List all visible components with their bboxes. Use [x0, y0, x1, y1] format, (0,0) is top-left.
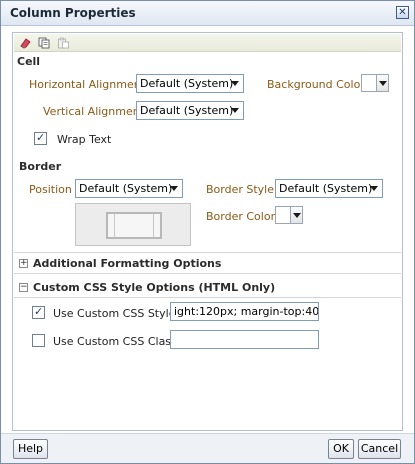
dialog-title: Column Properties — [10, 6, 136, 20]
help-button[interactable]: Help — [13, 439, 48, 459]
border-preview-inner — [114, 214, 154, 237]
horizontal-alignment-value: Default (System) — [140, 77, 234, 90]
collapse-icon[interactable]: − — [19, 283, 28, 292]
background-color-picker[interactable] — [361, 74, 389, 92]
horizontal-alignment-label: Horizontal Alignment — [29, 78, 146, 91]
border-color-dropdown[interactable] — [291, 206, 303, 224]
section-divider — [14, 297, 401, 298]
border-position-select[interactable]: Default (System) — [75, 179, 183, 198]
vertical-alignment-select[interactable]: Default (System) — [136, 101, 244, 120]
clear-format-icon[interactable] — [19, 37, 32, 49]
border-position-label: Position — [29, 183, 72, 196]
properties-panel: Cell Horizontal Alignment Default (Syste… — [12, 32, 403, 431]
border-color-label: Border Color — [206, 210, 276, 223]
vertical-alignment-value: Default (System) — [140, 104, 234, 117]
background-color-dropdown[interactable] — [377, 74, 389, 92]
custom-css-class-input[interactable] — [170, 330, 319, 349]
chevron-down-icon — [231, 81, 239, 86]
border-style-select[interactable]: Default (System) — [275, 179, 383, 198]
chevron-down-icon — [231, 108, 239, 113]
title-bar: Column Properties ✕ — [1, 1, 414, 26]
chevron-down-icon — [293, 213, 301, 218]
wrap-text-checkbox[interactable] — [34, 131, 47, 145]
paste-format-icon[interactable] — [57, 37, 70, 49]
vertical-alignment-label: Vertical Alignment — [43, 105, 145, 118]
use-custom-css-class-label: Use Custom CSS Class — [53, 335, 177, 348]
border-position-value: Default (System) — [79, 182, 173, 195]
custom-css-style-input[interactable]: ight:120px; margin-top:40px; — [170, 302, 319, 321]
toolbar — [14, 34, 401, 52]
dialog-footer: Help OK Cancel — [1, 433, 414, 463]
chevron-down-icon — [370, 186, 378, 191]
chevron-down-icon — [379, 81, 387, 86]
wrap-text-label: Wrap Text — [57, 133, 112, 146]
border-preview-box — [106, 212, 162, 239]
ok-button[interactable]: OK — [328, 439, 354, 459]
close-icon[interactable]: ✕ — [396, 6, 409, 19]
copy-format-icon[interactable] — [38, 37, 51, 49]
border-color-swatch[interactable] — [275, 206, 291, 224]
expand-icon[interactable]: + — [19, 259, 28, 268]
use-custom-css-style-checkbox[interactable] — [32, 305, 45, 319]
section-divider — [14, 273, 401, 274]
background-color-swatch[interactable] — [361, 74, 377, 92]
cell-section-label: Cell — [17, 55, 41, 68]
section-divider — [14, 252, 401, 253]
border-style-value: Default (System) — [279, 182, 373, 195]
cancel-button[interactable]: Cancel — [358, 439, 401, 459]
border-section-label: Border — [19, 160, 62, 173]
background-color-label: Background Color — [267, 78, 365, 91]
use-custom-css-class-checkbox[interactable] — [32, 334, 45, 347]
chevron-down-icon — [170, 186, 178, 191]
use-custom-css-style-label: Use Custom CSS Style — [53, 307, 176, 320]
border-style-label: Border Style — [206, 183, 275, 196]
custom-css-header[interactable]: Custom CSS Style Options (HTML Only) — [33, 281, 275, 294]
horizontal-alignment-select[interactable]: Default (System) — [136, 74, 244, 93]
additional-formatting-header[interactable]: Additional Formatting Options — [33, 257, 221, 270]
column-properties-dialog: Column Properties ✕ Cell Horizontal Alig — [0, 0, 415, 464]
border-color-picker[interactable] — [275, 206, 303, 224]
border-preview[interactable] — [75, 203, 191, 246]
